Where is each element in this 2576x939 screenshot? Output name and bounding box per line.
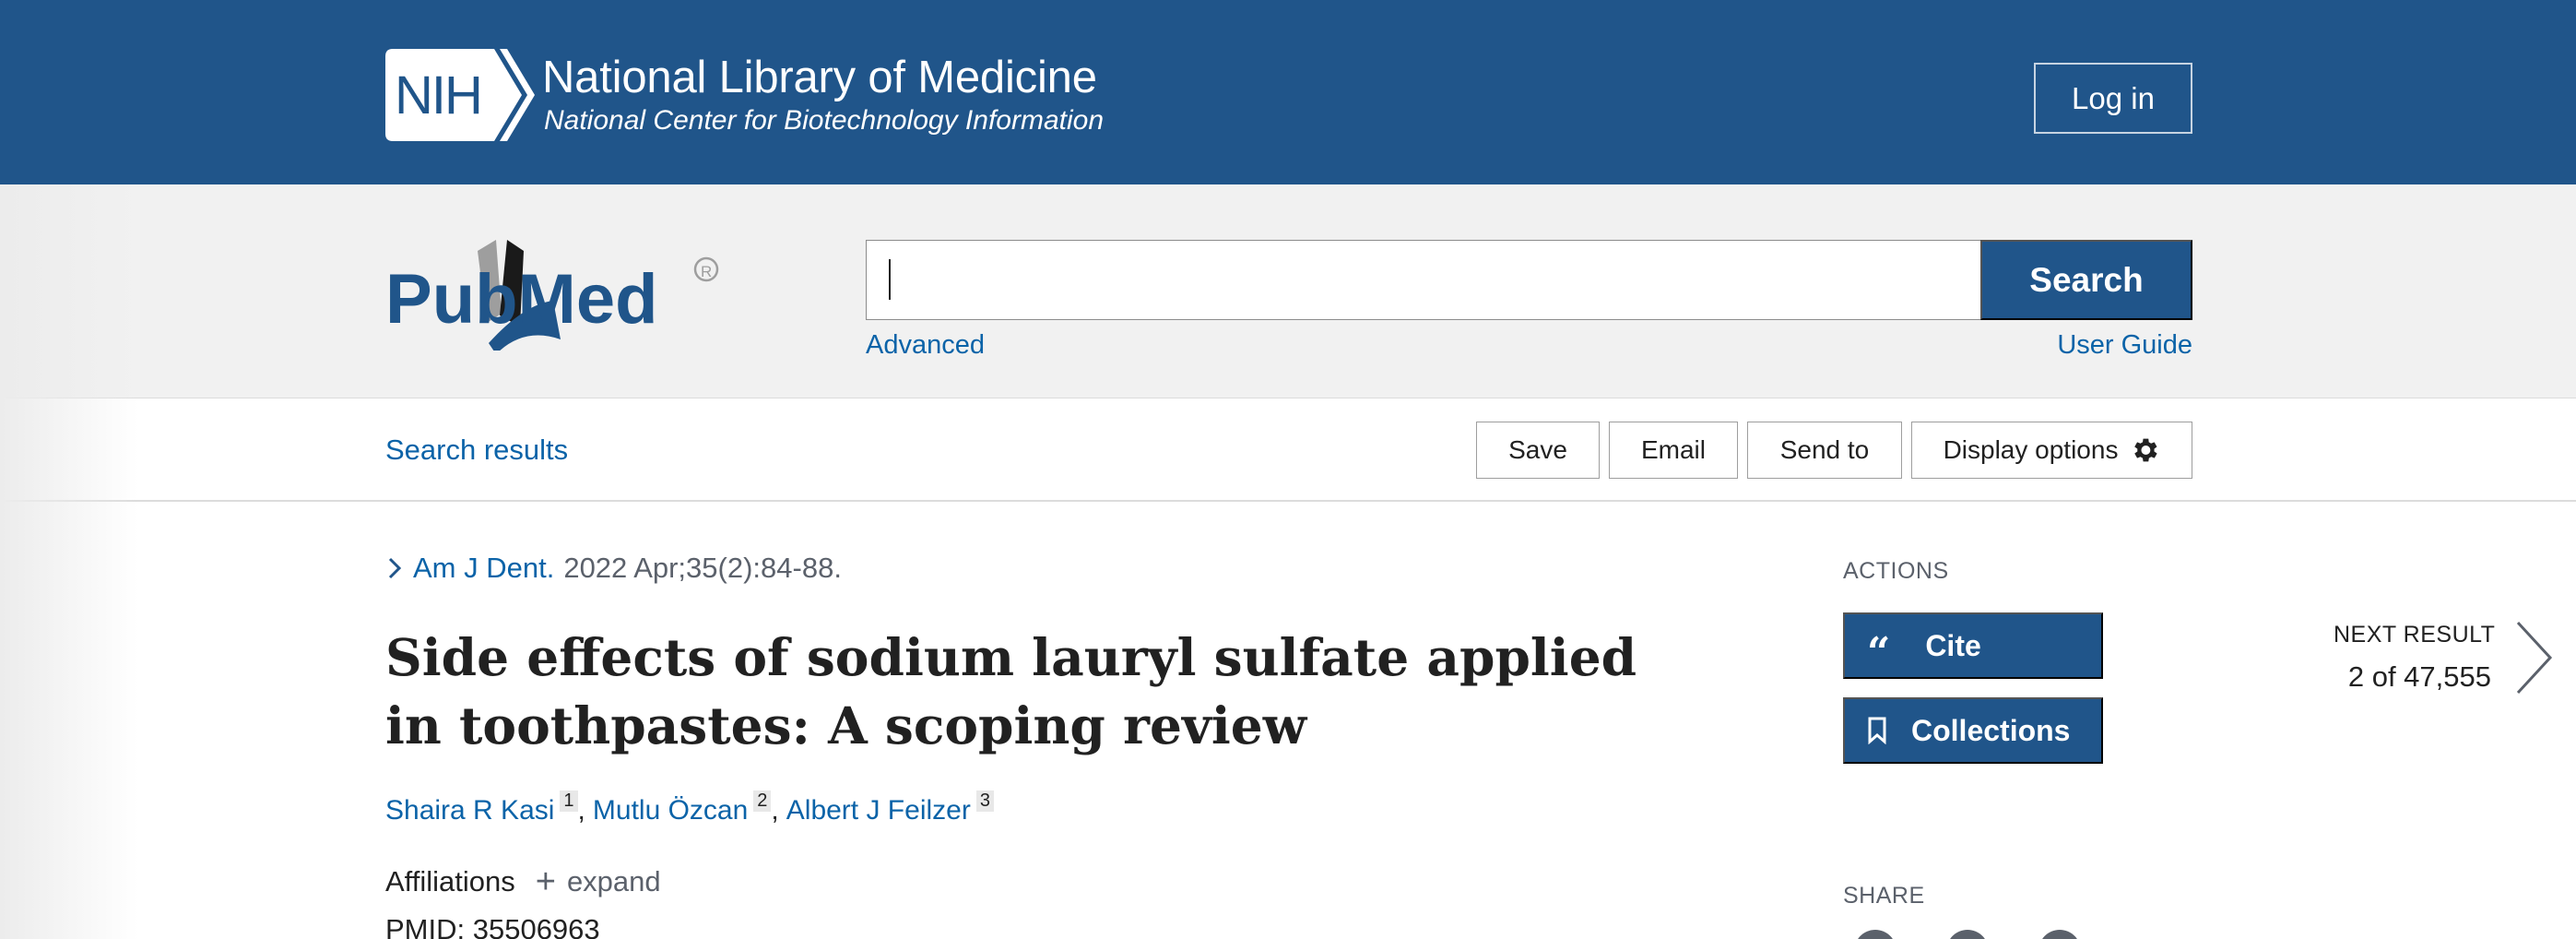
share-link-icon[interactable] — [2038, 930, 2081, 939]
advanced-search-link[interactable]: Advanced — [866, 330, 985, 361]
cite-label: Cite — [1925, 628, 1981, 662]
share-twitter-icon[interactable] — [1946, 930, 1989, 939]
pubmed-logo-icon[interactable]: PubMed R — [385, 231, 719, 351]
expand-affiliations-button[interactable]: + expand — [536, 864, 661, 899]
author-list: Shaira R Kasi 1 , Mutlu Özcan 2 , Albert… — [385, 790, 994, 826]
author-separator: , — [577, 795, 585, 826]
nih-header: NIH National Library of Medicine Nationa… — [0, 0, 2576, 184]
display-options-button[interactable]: Display options — [1911, 422, 2192, 479]
author-link[interactable]: Shaira R Kasi — [385, 795, 554, 826]
quote-icon: “ — [1867, 629, 1891, 676]
collections-label: Collections — [1911, 713, 2071, 747]
expand-label: expand — [566, 865, 661, 897]
article-title: Side effects of sodium lauryl sulfate ap… — [385, 627, 1637, 755]
nih-logo-icon[interactable]: NIH — [385, 49, 535, 141]
chevron-right-icon[interactable] — [385, 556, 404, 580]
display-options-label: Display options — [1943, 435, 2119, 464]
svg-text:R: R — [701, 263, 712, 280]
affiliation-number[interactable]: 3 — [975, 790, 994, 812]
bookmark-icon — [1868, 717, 1886, 744]
email-button[interactable]: Email — [1609, 422, 1738, 479]
article-toolbar: Search results Save Email Send to Displa… — [0, 398, 2576, 502]
cite-button[interactable]: “ Cite — [1843, 612, 2103, 679]
share-facebook-icon[interactable] — [1854, 930, 1897, 939]
journal-citation: Am J Dent. 2022 Apr;35(2):84-88. — [385, 552, 842, 585]
search-section: PubMed R Search Advanced User Guide — [0, 184, 2576, 398]
search-button[interactable]: Search — [1980, 240, 2192, 320]
next-result-count: 2 of 47,555 — [2347, 660, 2491, 693]
next-result-heading: NEXT RESULT — [2334, 622, 2496, 648]
search-results-link[interactable]: Search results — [385, 434, 568, 467]
actions-heading: ACTIONS — [1843, 558, 1949, 584]
gear-icon — [2134, 438, 2158, 462]
plus-icon: + — [535, 862, 556, 901]
chevron-right-large-icon[interactable] — [2513, 618, 2556, 697]
author-separator: , — [771, 795, 779, 826]
search-input[interactable] — [866, 240, 1981, 320]
affiliations-label: Affiliations — [385, 865, 515, 897]
svg-text:NIH: NIH — [395, 65, 481, 125]
user-guide-link[interactable]: User Guide — [2057, 330, 2192, 361]
save-button[interactable]: Save — [1476, 422, 1600, 479]
affiliation-number[interactable]: 1 — [560, 790, 578, 812]
affiliations-row: Affiliations + expand — [385, 864, 661, 899]
svg-text:PubMed: PubMed — [385, 260, 658, 339]
journal-link[interactable]: Am J Dent. — [413, 552, 554, 585]
affiliation-number[interactable]: 2 — [753, 790, 772, 812]
text-caret — [889, 259, 891, 300]
share-heading: SHARE — [1843, 883, 1925, 909]
pmid: PMID: 35506963 — [385, 913, 600, 939]
nih-title: National Library of Medicine — [542, 53, 1097, 102]
send-to-button[interactable]: Send to — [1747, 422, 1902, 479]
collections-button[interactable]: Collections — [1843, 697, 2103, 764]
author-link[interactable]: Mutlu Özcan — [593, 795, 748, 826]
login-button[interactable]: Log in — [2034, 63, 2192, 134]
nih-subtitle: National Center for Biotechnology Inform… — [544, 105, 1105, 136]
journal-citation-details: 2022 Apr;35(2):84-88. — [563, 552, 842, 584]
author-link[interactable]: Albert J Feilzer — [786, 795, 971, 826]
